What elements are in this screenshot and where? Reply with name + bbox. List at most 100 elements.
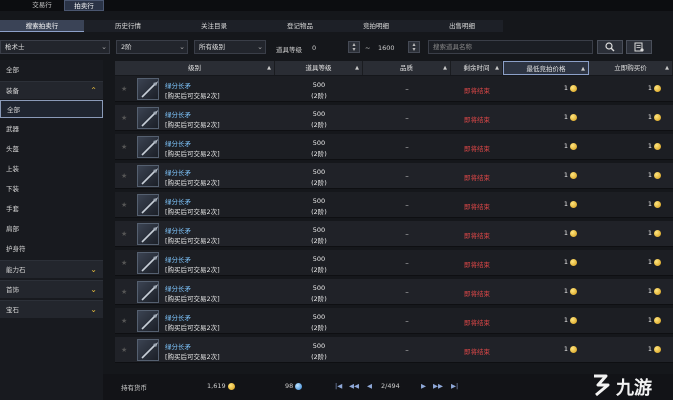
next-ten-pages-icon[interactable]: ▶▶	[433, 382, 443, 390]
table-row[interactable]: ★ 绿分长矛 [购买后可交易2次] 500 (2阶) – 即将结束 1 1	[115, 337, 673, 363]
column-header-item-level[interactable]: 道具等级 ▲	[275, 61, 363, 75]
next-page-icon[interactable]: ▶	[421, 382, 426, 390]
star-icon[interactable]: ★	[121, 259, 127, 267]
quality-value: –	[405, 85, 409, 93]
sidebar-category-equipment[interactable]: 装备 ⌃	[0, 81, 103, 99]
star-icon[interactable]: ★	[121, 114, 127, 122]
item-level-value: 500	[312, 313, 326, 321]
item-thumbnail	[137, 223, 159, 245]
table-row[interactable]: ★ 绿分长矛 [购买后可交易2次] 500 (2阶) – 即将结束 1 1	[115, 308, 673, 334]
min-bid-value: 1	[564, 316, 577, 324]
buyout-cell: 1	[589, 250, 673, 276]
column-header-level[interactable]: 级别 ▲	[115, 61, 275, 75]
sidebar-category-ability-stone[interactable]: 能力石 ⌄	[0, 260, 103, 278]
item-thumbnail	[137, 339, 159, 361]
watermark-logo-icon	[594, 374, 610, 397]
remaining-time-value: 即将结束	[464, 145, 490, 153]
sidebar-subitem-top[interactable]: 上装	[0, 160, 103, 178]
table-row[interactable]: ★ 绿分长矛 [购买后可交易2次] 500 (2阶) – 即将结束 1 1	[115, 221, 673, 247]
min-bid-value: 1	[564, 200, 577, 208]
item-tier-value: (2阶)	[311, 324, 327, 332]
star-icon[interactable]: ★	[121, 172, 127, 180]
chevron-down-icon: ⌄	[90, 265, 97, 274]
table-row[interactable]: ★ 绿分长矛 [购买后可交易2次] 500 (2阶) – 即将结束 1 1	[115, 192, 673, 218]
table-row[interactable]: ★ 绿分长矛 [购买后可交易2次] 500 (2阶) – 即将结束 1 1	[115, 279, 673, 305]
level-stepper-icon[interactable]: ▴ ▾	[348, 41, 360, 53]
star-icon[interactable]: ★	[121, 143, 127, 151]
sidebar-subitem-shoulder[interactable]: 肩部	[0, 220, 103, 238]
star-icon[interactable]: ★	[121, 346, 127, 354]
quality-value: –	[405, 288, 409, 296]
table-row[interactable]: ★ 绿分长矛 [购买后可交易2次] 500 (2阶) – 即将结束 1 1	[115, 163, 673, 189]
last-page-icon[interactable]: ▶|	[451, 382, 458, 390]
min-bid-value: 1	[564, 113, 577, 121]
level-stepper-icon[interactable]: ▴ ▾	[408, 41, 420, 53]
gold-coin-icon	[570, 200, 577, 208]
remaining-time-value: 即将结束	[464, 116, 490, 124]
column-header-buyout[interactable]: 立即购买价 ▲	[589, 61, 673, 75]
class-dropdown[interactable]: 枪术士 ⌄	[0, 40, 110, 54]
star-icon[interactable]: ★	[121, 201, 127, 209]
tab-auction-house[interactable]: 拍卖行	[64, 0, 104, 11]
item-thumbnail	[137, 136, 159, 158]
remaining-time-value: 即将结束	[464, 261, 490, 269]
sidebar-subitem-all[interactable]: 全部	[0, 100, 103, 118]
sidebar-category-gem[interactable]: 宝石 ⌄	[0, 300, 103, 318]
spear-icon	[141, 284, 158, 301]
sidebar-subitem-amulet[interactable]: 护身符	[0, 240, 103, 258]
tab-search-auction[interactable]: 搜索拍卖行	[0, 20, 84, 32]
item-name: 绿分长矛	[165, 256, 191, 264]
item-name: 绿分长矛	[165, 343, 191, 351]
column-header-min-bid[interactable]: 最低竞拍价格 ▲	[503, 61, 589, 75]
sidebar-subitem-bottom[interactable]: 下装	[0, 180, 103, 198]
column-header-quality[interactable]: 品质 ▲	[363, 61, 451, 75]
crystal-balance: 98	[285, 382, 303, 390]
first-page-icon[interactable]: |◀	[335, 382, 342, 390]
page-indicator: 2/494	[381, 382, 400, 390]
gold-coin-icon	[570, 316, 577, 324]
star-icon[interactable]: ★	[121, 85, 127, 93]
tab-price-history[interactable]: 历史行情	[86, 20, 170, 32]
table-row[interactable]: ★ 绿分长矛 [购买后可交易2次] 500 (2阶) – 即将结束 1 1	[115, 76, 673, 102]
sidebar-subitem-gloves[interactable]: 手套	[0, 200, 103, 218]
sidebar-category-accessory[interactable]: 首饰 ⌄	[0, 280, 103, 298]
item-trade-note: [购买后可交易2次]	[165, 266, 220, 274]
tier-dropdown[interactable]: 2阶 ⌄	[116, 40, 188, 54]
tab-watch-list[interactable]: 关注目录	[172, 20, 256, 32]
sidebar-item-all[interactable]: 全部	[0, 61, 103, 79]
column-header-remaining-time[interactable]: 剩余时间 ▲	[451, 61, 503, 75]
chevron-down-icon: ⌄	[90, 285, 97, 294]
table-row[interactable]: ★ 绿分长矛 [购买后可交易2次] 500 (2阶) – 即将结束 1 1	[115, 134, 673, 160]
gold-coin-icon	[570, 84, 577, 92]
search-input[interactable]: 搜索道具名称	[428, 40, 593, 54]
tab-register-item[interactable]: 登记物品	[258, 20, 342, 32]
table-row[interactable]: ★ 绿分长矛 [购买后可交易2次] 500 (2阶) – 即将结束 1 1	[115, 105, 673, 131]
item-level-min-input[interactable]: 0	[312, 44, 316, 52]
item-cell: ★ 绿分长矛 [购买后可交易2次]	[115, 105, 275, 131]
star-icon[interactable]: ★	[121, 230, 127, 238]
min-bid-value: 1	[564, 258, 577, 266]
star-icon[interactable]: ★	[121, 288, 127, 296]
sidebar-category-label: 装备	[6, 87, 19, 95]
column-header-label: 剩余时间	[463, 64, 490, 72]
prev-page-icon[interactable]: ◀	[367, 382, 372, 390]
table-row[interactable]: ★ 绿分长矛 [购买后可交易2次] 500 (2阶) – 即将结束 1 1	[115, 250, 673, 276]
watermark: 九游	[588, 370, 673, 400]
sidebar-subitem-weapon[interactable]: 武器	[0, 120, 103, 138]
buyout-cell: 1	[589, 134, 673, 160]
tab-bid-details[interactable]: 竞拍明细	[334, 20, 418, 32]
grade-dropdown[interactable]: 所有级别 ⌄	[194, 40, 266, 54]
search-button[interactable]	[597, 40, 623, 54]
item-trade-note: [购买后可交易2次]	[165, 295, 220, 303]
item-tier-value: (2阶)	[311, 92, 327, 100]
tab-exchange[interactable]: 交易行	[22, 0, 62, 11]
sidebar-subitem-helmet[interactable]: 头盔	[0, 140, 103, 158]
item-level-max-input[interactable]: 1600	[378, 44, 395, 52]
filter-settings-button[interactable]	[626, 40, 652, 54]
sort-asc-icon: ▲	[495, 65, 499, 71]
quality-cell: –	[363, 192, 451, 218]
min-bid-cell: 1	[503, 221, 589, 247]
tab-sale-details[interactable]: 出售明细	[420, 20, 504, 32]
star-icon[interactable]: ★	[121, 317, 127, 325]
prev-ten-pages-icon[interactable]: ◀◀	[349, 382, 359, 390]
